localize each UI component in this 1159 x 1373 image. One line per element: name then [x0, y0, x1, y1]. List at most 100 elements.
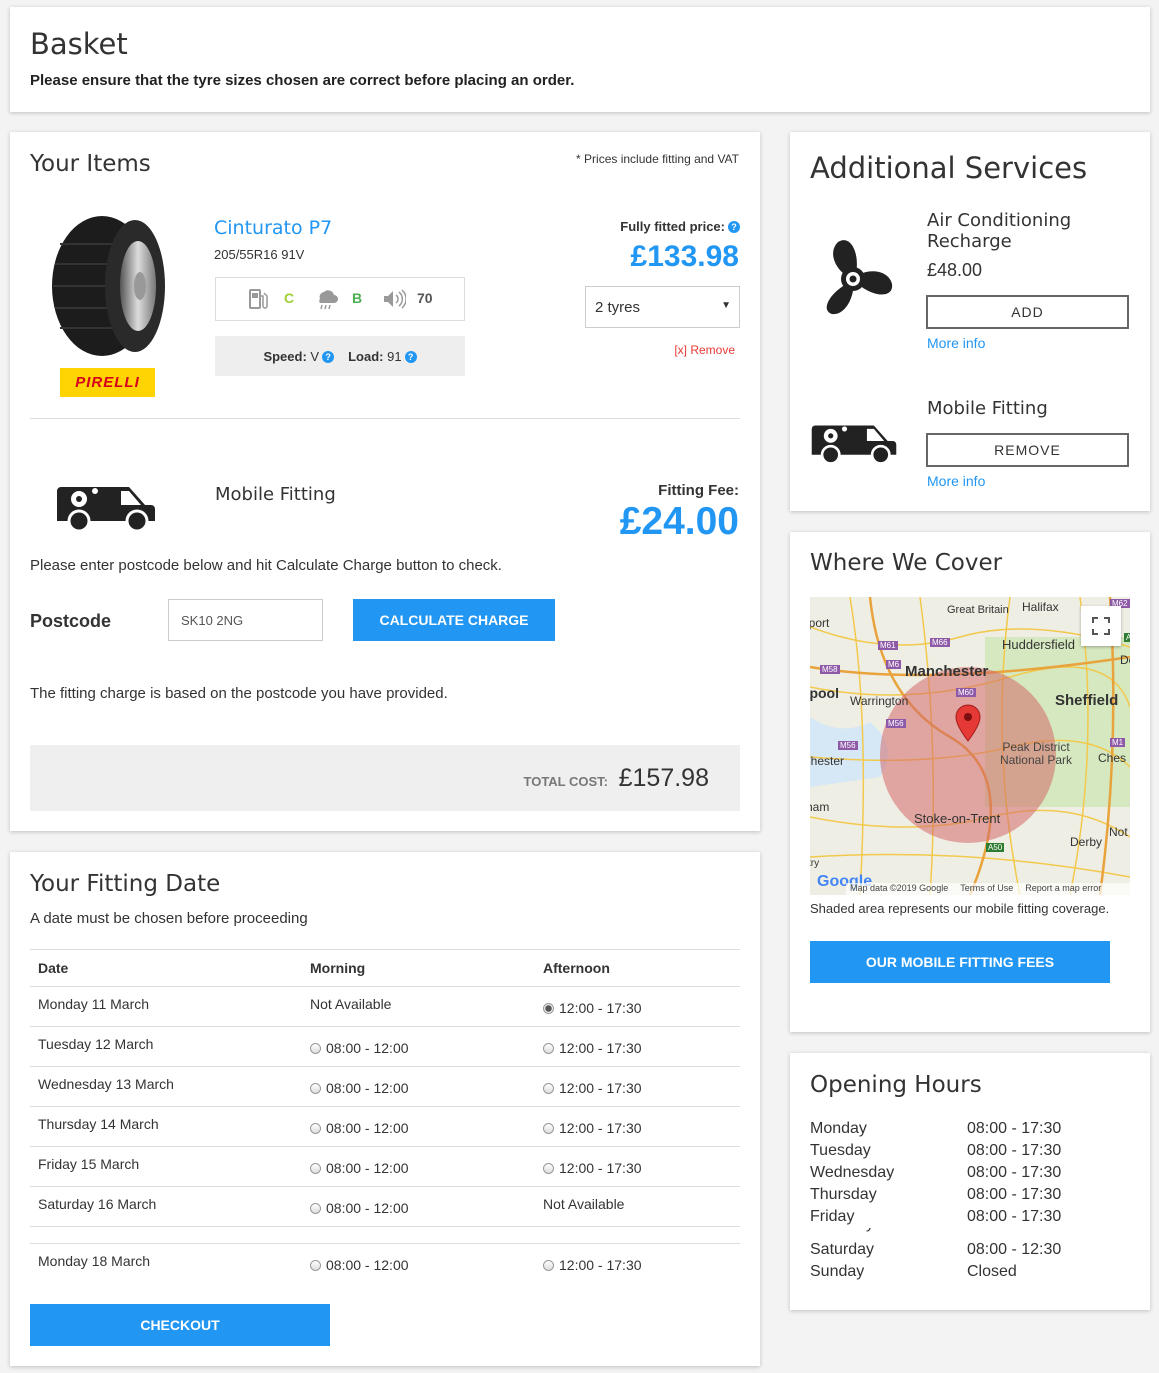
remove-mobile-button[interactable]: REMOVE	[926, 433, 1129, 467]
mobile-more-info-link[interactable]: More info	[927, 473, 985, 489]
opening-hours-title: Opening Hours	[810, 1072, 982, 1098]
product-name-link[interactable]: Cinturato P7	[214, 217, 332, 239]
postcode-instruction: Please enter postcode below and hit Calc…	[30, 557, 502, 574]
where-we-cover-title: Where We Cover	[810, 550, 1003, 576]
radio-button[interactable]	[543, 1260, 554, 1271]
map-label: rpool	[810, 685, 839, 701]
dropdown-arrow-icon: ▼	[721, 300, 731, 311]
slot-date: Monday 11 March	[30, 986, 302, 1027]
fitting-charge-note: The fitting charge is based on the postc…	[30, 685, 448, 702]
your-items-card: Your Items * Prices include fitting and …	[10, 132, 760, 831]
table-row: Tuesday 12 March 08:00 - 12:00 12:00 - 1…	[30, 1026, 740, 1067]
postcode-label: Postcode	[30, 611, 112, 631]
radio-button[interactable]	[310, 1163, 321, 1174]
radio-button[interactable]	[310, 1260, 321, 1271]
fitting-date-title: Your Fitting Date	[30, 871, 221, 897]
load-info: Load: 91?	[348, 349, 417, 364]
motorway-badge: M6	[886, 660, 902, 669]
slot-morning[interactable]: 08:00 - 12:00	[302, 1146, 535, 1187]
price-help-icon[interactable]: ?	[728, 221, 740, 233]
radio-button[interactable]	[310, 1083, 321, 1094]
motorway-badge: M56	[886, 719, 906, 728]
hours-row: Thursday 08:00 - 17:30	[810, 1186, 1062, 1203]
total-cost-bar: TOTAL COST: £157.98	[30, 745, 740, 811]
motorway-badge: M61	[878, 641, 898, 650]
mobile-fitting-label: Mobile Fitting	[215, 484, 336, 505]
terms-of-use-link[interactable]: Terms of Use	[960, 883, 1013, 895]
slot-afternoon[interactable]: 12:00 - 17:30	[535, 1146, 740, 1187]
slot-morning[interactable]: 08:00 - 12:00	[302, 1026, 535, 1067]
aircon-more-info-link[interactable]: More info	[927, 335, 985, 351]
slot-date: Friday 15 March	[30, 1146, 302, 1187]
product-size: 205/55R16 91V	[214, 247, 305, 262]
load-help-icon[interactable]: ?	[404, 350, 417, 363]
fitting-date-card: Your Fitting Date A date must be chosen …	[10, 852, 760, 1366]
fullscreen-button[interactable]	[1081, 606, 1121, 646]
slot-afternoon[interactable]: 12:00 - 17:30	[535, 1243, 740, 1284]
slot-morning[interactable]: 08:00 - 12:00	[302, 1186, 535, 1227]
total-cost-label: TOTAL COST:	[523, 774, 609, 789]
slot-morning[interactable]: 08:00 - 12:00	[302, 1066, 535, 1107]
checkout-button[interactable]: CHECKOUT	[30, 1304, 330, 1346]
wet-rating: B	[352, 290, 363, 306]
speed-info: Speed: V?	[263, 349, 335, 364]
add-aircon-button[interactable]: ADD	[926, 295, 1129, 329]
speed-help-icon[interactable]: ?	[322, 350, 335, 363]
map-label: Ches	[1098, 751, 1127, 765]
fullscreen-icon	[1092, 617, 1110, 635]
page-title: Basket	[30, 27, 128, 61]
motorway-badge: M60	[956, 688, 976, 697]
radio-button[interactable]	[543, 1003, 554, 1014]
table-header-row: Date Morning Afternoon	[30, 949, 740, 987]
brand-logo-text: PIRELLI	[75, 374, 140, 391]
motorway-badge: M58	[820, 665, 840, 674]
mobile-van-icon	[810, 416, 898, 471]
table-spacer-row	[30, 1226, 740, 1244]
header-date: Date	[30, 949, 302, 987]
road-badge: A50	[986, 843, 1005, 852]
map-label: Dc	[1120, 653, 1130, 667]
slot-afternoon[interactable]: 12:00 - 17:30	[535, 1026, 740, 1067]
mobile-fitting-fees-button[interactable]: OUR MOBILE FITTING FEES	[810, 941, 1110, 983]
radio-button[interactable]	[543, 1043, 554, 1054]
wet-grip-icon	[314, 287, 338, 316]
quantity-select[interactable]: 2 tyres ▼	[585, 286, 740, 328]
slot-date: Tuesday 12 March	[30, 1026, 302, 1067]
coverage-map[interactable]: Manchester Sheffield Huddersfield Warrin…	[810, 597, 1130, 895]
slot-morning[interactable]: 08:00 - 12:00	[302, 1243, 535, 1284]
table-row: Monday 11 March Not Available 12:00 - 17…	[30, 986, 740, 1027]
header-morning: Morning	[302, 949, 535, 987]
additional-services-card: Additional Services Air Conditioning Rec…	[790, 132, 1150, 511]
basket-header: Basket Please ensure that the tyre sizes…	[10, 7, 1150, 112]
basket-subtitle: Please ensure that the tyre sizes chosen…	[30, 72, 575, 89]
slot-afternoon[interactable]: 12:00 - 17:30	[535, 1066, 740, 1107]
fitting-fee-label: Fitting Fee:	[658, 482, 739, 499]
slot-date: Saturday 16 March	[30, 1186, 302, 1227]
report-map-error-link[interactable]: Report a map error	[1025, 883, 1101, 895]
map-label: Huddersfield	[1002, 637, 1075, 652]
radio-button[interactable]	[543, 1123, 554, 1134]
radio-button[interactable]	[310, 1123, 321, 1134]
radio-button[interactable]	[310, 1043, 321, 1054]
slot-afternoon-unavailable: Not Available	[535, 1186, 740, 1227]
slot-afternoon[interactable]: 12:00 - 17:30	[535, 986, 740, 1027]
noise-icon	[382, 288, 407, 315]
map-data-credit: Map data ©2019 Google	[850, 883, 949, 893]
mobile-service-name: Mobile Fitting	[927, 398, 1048, 419]
mobile-van-icon	[55, 477, 157, 538]
radio-button[interactable]	[543, 1083, 554, 1094]
remove-item-link[interactable]: [x] Remove	[674, 343, 735, 357]
total-cost-value: £157.98	[618, 764, 709, 792]
radio-button[interactable]	[310, 1203, 321, 1214]
postcode-input[interactable]	[168, 599, 323, 641]
radio-button[interactable]	[543, 1163, 554, 1174]
slot-afternoon[interactable]: 12:00 - 17:30	[535, 1106, 740, 1147]
map-label: Peak District National Park	[999, 740, 1073, 767]
brand-logo: PIRELLI	[60, 368, 155, 397]
slot-morning[interactable]: 08:00 - 12:00	[302, 1106, 535, 1147]
hours-row: Sunday Closed	[810, 1263, 1017, 1280]
motorway-badge: M1	[1110, 738, 1126, 747]
calculate-charge-button[interactable]: CALCULATE CHARGE	[353, 599, 555, 641]
speed-load-box: Speed: V? Load: 91?	[215, 336, 465, 376]
opening-hours-card: Opening Hours Monday 08:00 - 17:30 Tuesda…	[790, 1053, 1150, 1310]
